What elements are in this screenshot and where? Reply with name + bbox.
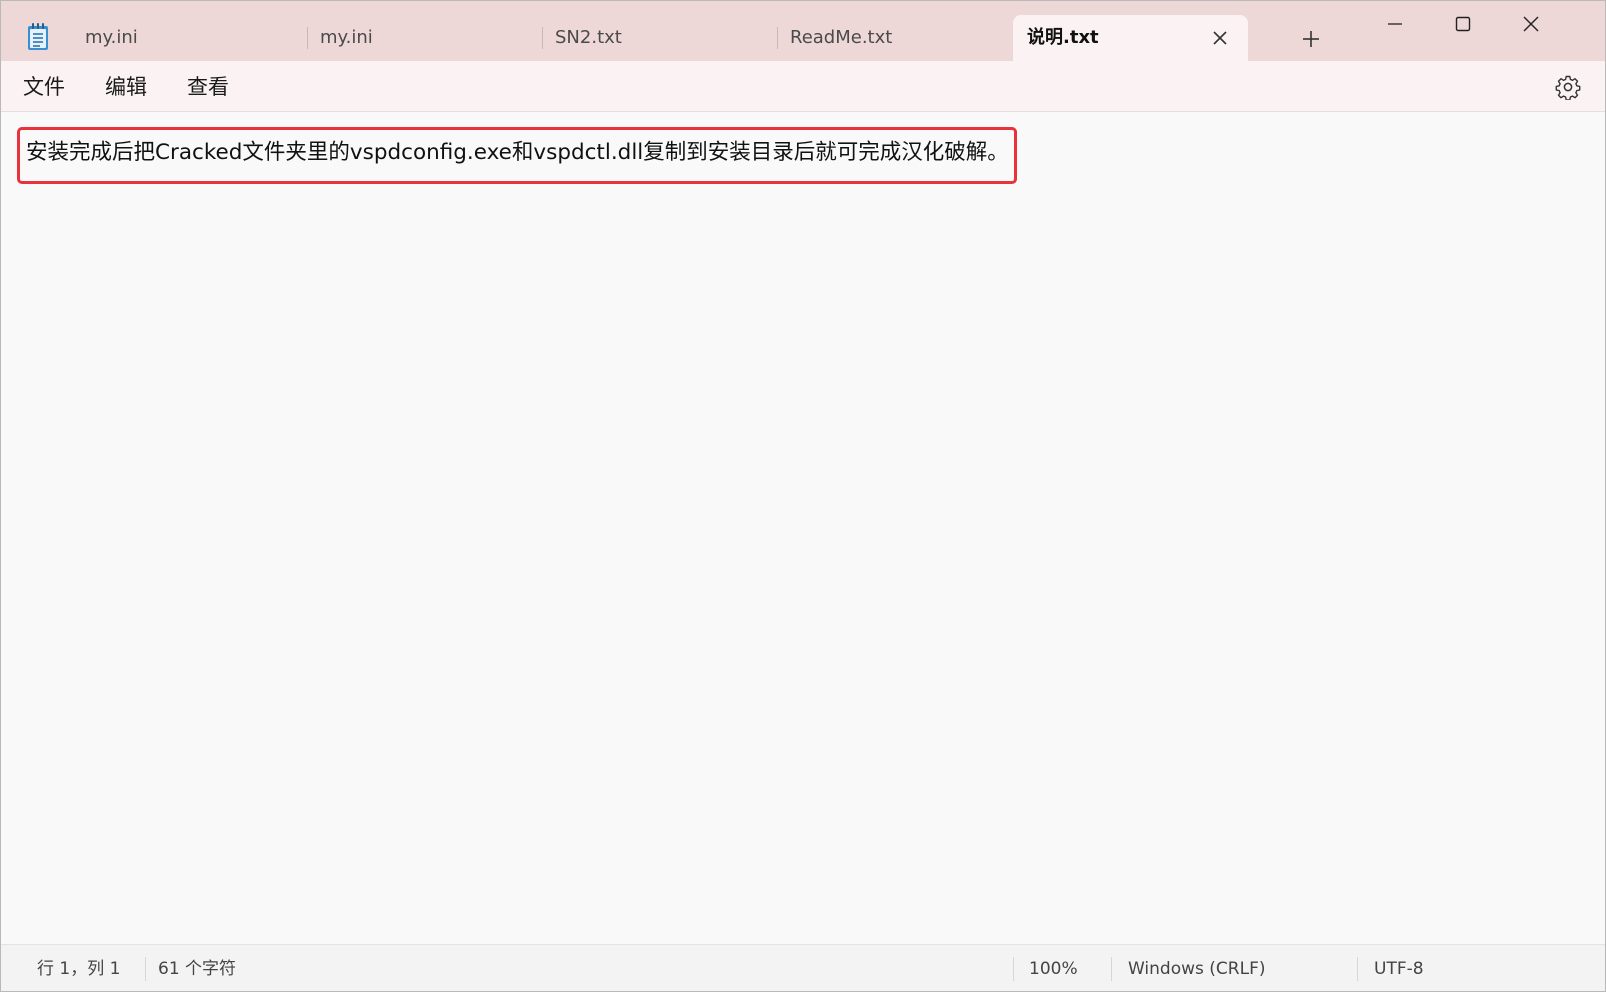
maximize-button[interactable]	[1429, 1, 1497, 47]
text-editor[interactable]: 安装完成后把Cracked文件夹里的vspdconfig.exe和vspdctl…	[1, 112, 1605, 944]
settings-gear-icon[interactable]	[1555, 74, 1581, 100]
status-divider	[1357, 957, 1358, 981]
line-ending[interactable]: Windows (CRLF)	[1128, 958, 1266, 980]
menu-view[interactable]: 查看	[187, 73, 229, 101]
maximize-icon	[1455, 16, 1471, 32]
tab-label: my.ini	[320, 27, 373, 48]
tab-label: my.ini	[85, 27, 138, 48]
close-window-button[interactable]	[1497, 1, 1565, 47]
minimize-icon	[1388, 23, 1402, 25]
menu-file[interactable]: 文件	[23, 73, 65, 101]
new-tab-plus-icon[interactable]	[1299, 27, 1323, 51]
cursor-position: 行 1，列 1	[37, 959, 121, 979]
menu-bar: 文件 编辑 查看	[1, 61, 1605, 112]
character-count: 61 个字符	[158, 959, 237, 979]
status-divider	[145, 957, 146, 981]
encoding[interactable]: UTF-8	[1374, 958, 1424, 980]
notepad-app-icon	[28, 23, 48, 50]
editor-text-line-1[interactable]: 安装完成后把Cracked文件夹里的vspdconfig.exe和vspdctl…	[26, 135, 1016, 171]
close-icon	[1523, 16, 1539, 32]
tab-label: 说明.txt	[1027, 27, 1099, 48]
close-tab-icon[interactable]	[1210, 28, 1230, 48]
minimize-button[interactable]	[1361, 1, 1429, 47]
tab-sn2-txt[interactable]: SN2.txt	[539, 15, 775, 61]
tab-my-ini-2[interactable]: my.ini	[304, 15, 540, 61]
title-bar[interactable]: my.ini my.ini SN2.txt ReadMe.txt 说明.txt	[1, 1, 1605, 61]
tab-readme-txt[interactable]: ReadMe.txt	[774, 15, 1010, 61]
status-divider	[1111, 957, 1112, 981]
zoom-level[interactable]: 100%	[1029, 958, 1078, 980]
tab-my-ini-1[interactable]: my.ini	[69, 15, 305, 61]
menu-edit[interactable]: 编辑	[105, 73, 147, 101]
tab-label: ReadMe.txt	[790, 27, 893, 48]
status-divider	[1013, 957, 1014, 981]
status-bar: 行 1，列 1 61 个字符 100% Windows (CRLF) UTF-8	[1, 944, 1605, 991]
tab-shuoming-txt[interactable]: 说明.txt	[1013, 15, 1248, 61]
notepad-window: my.ini my.ini SN2.txt ReadMe.txt 说明.txt	[0, 0, 1606, 992]
tab-label: SN2.txt	[555, 27, 622, 48]
